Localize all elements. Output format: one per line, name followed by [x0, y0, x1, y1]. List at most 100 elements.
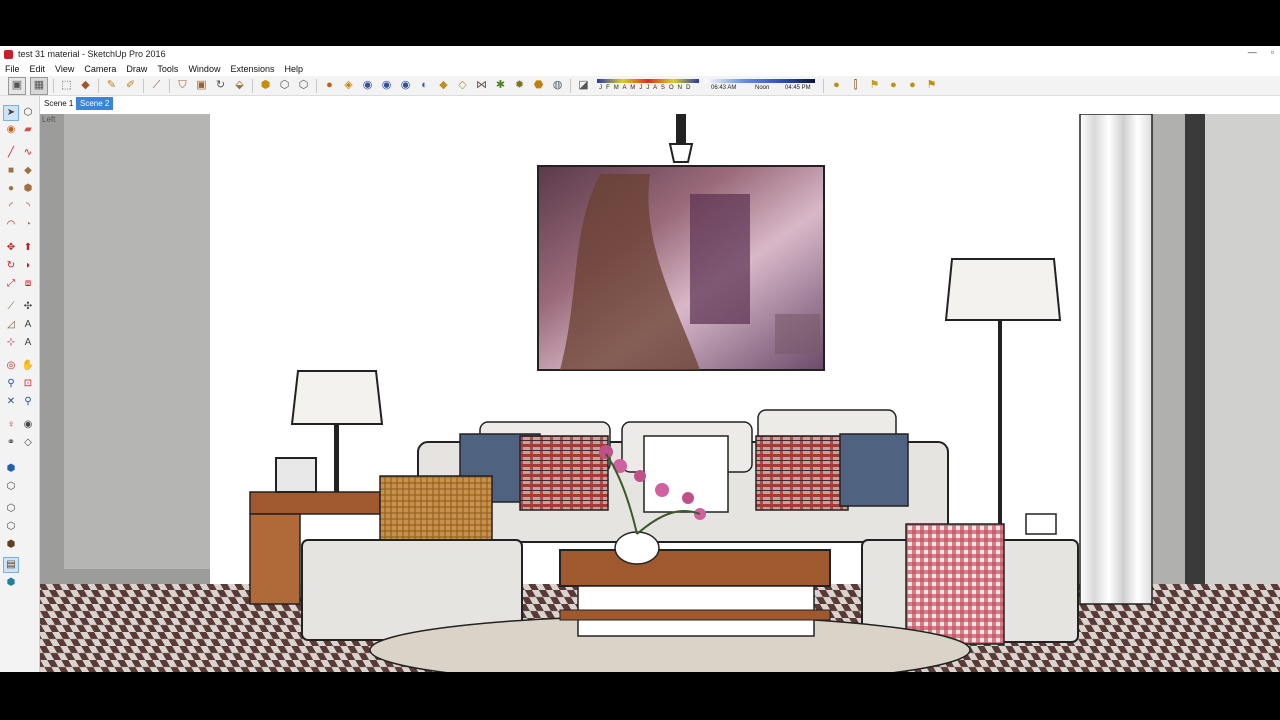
top-view-icon[interactable]: ⬡ [277, 78, 292, 93]
pencil-icon[interactable]: ✎ [104, 78, 119, 93]
tab-scene-1[interactable]: Scene 1 [40, 97, 78, 110]
photo-frame [275, 457, 317, 493]
iso-view-icon[interactable]: ⬢ [258, 78, 273, 93]
pie-icon[interactable]: ◔ [21, 218, 35, 232]
geo-location-icon[interactable]: ◉ [398, 78, 413, 93]
paint-bucket-icon[interactable]: ⛉ [175, 78, 190, 93]
paint-bucket-icon[interactable]: ◉ [4, 123, 18, 137]
arc-icon[interactable]: ◜ [4, 200, 18, 214]
sandbox-add-detail-icon[interactable]: ⚑ [924, 78, 939, 93]
materials-icon[interactable]: ▤ [3, 557, 19, 573]
move-icon[interactable]: ✥ [4, 241, 18, 255]
wall-outlet [1025, 513, 1057, 535]
rotated-rectangle-icon[interactable]: ◆ [21, 164, 35, 178]
shadow-time-slider[interactable]: 06:43 AM Noon 04:45 PM [705, 77, 815, 95]
photo-texture-icon[interactable]: ◐ [417, 78, 432, 93]
protractor-icon[interactable]: ◿ [4, 318, 18, 332]
rotate-icon[interactable]: ↻ [4, 259, 18, 273]
share-model-icon[interactable]: ◉ [360, 78, 375, 93]
toggle-terrain-icon[interactable]: ◇ [455, 78, 470, 93]
offset-icon[interactable]: ⧈ [21, 277, 35, 291]
arc-2point-icon[interactable]: ◝ [21, 200, 35, 214]
view-label: Left [42, 115, 56, 124]
menu-camera[interactable]: Camera [79, 64, 121, 74]
shadow-icon[interactable]: ⬢ [4, 576, 18, 590]
sandbox-icon[interactable]: ⋈ [474, 78, 489, 93]
toolbar-separator [53, 78, 54, 93]
sandbox-from-scratch-icon[interactable]: ⫿ [848, 78, 863, 93]
menu-view[interactable]: View [50, 64, 79, 74]
text-icon[interactable]: A [21, 318, 35, 332]
warehouse-icon[interactable]: ● [322, 78, 337, 93]
rectangle-icon[interactable]: ■ [4, 164, 18, 178]
tab-scene-2[interactable]: Scene 2 [76, 97, 114, 110]
menu-tools[interactable]: Tools [152, 64, 183, 74]
component-icon[interactable]: ⬡ [21, 106, 35, 120]
section-plane-icon[interactable]: ◇ [21, 436, 35, 450]
circle-icon[interactable]: ● [4, 182, 18, 196]
maximize-button[interactable]: ▫ [1271, 47, 1274, 57]
menu-file[interactable]: File [0, 64, 25, 74]
orbit-icon[interactable]: ◎ [4, 359, 18, 373]
scale-icon[interactable]: ⤢ [4, 277, 18, 291]
look-around-icon[interactable]: ◉ [21, 418, 35, 432]
line-icon[interactable]: ╱ [4, 146, 18, 160]
minimize-button[interactable]: — [1248, 47, 1257, 57]
menu-window[interactable]: Window [183, 64, 225, 74]
layout-icon[interactable]: ⬡ [4, 520, 18, 534]
polygon-icon[interactable]: ⬢ [21, 182, 35, 196]
eraser-icon[interactable]: ✐ [123, 78, 138, 93]
zoom-extents-icon[interactable]: ✕ [4, 395, 18, 409]
zoom-window-icon[interactable]: ⊡ [21, 377, 35, 391]
sandbox-from-contours-icon[interactable]: ● [829, 78, 844, 93]
get-models-icon[interactable]: ◉ [379, 78, 394, 93]
menu-help[interactable]: Help [279, 64, 308, 74]
follow-me-icon[interactable]: ⬙ [232, 78, 247, 93]
sandbox-contours-icon[interactable]: ✱ [493, 78, 508, 93]
scene-render [40, 114, 1280, 672]
front-view-icon[interactable]: ⬡ [296, 78, 311, 93]
rotate-icon[interactable]: ↻ [213, 78, 228, 93]
3d-text-icon[interactable]: A [21, 336, 35, 350]
zoom-icon[interactable]: ⚲ [4, 377, 18, 391]
previous-view-icon[interactable]: ⚲ [21, 395, 35, 409]
push-pull-icon[interactable]: ⬆ [21, 241, 35, 255]
shadow-month-slider[interactable]: J F M A M J J A S O N D [597, 77, 699, 95]
extension-warehouse-icon[interactable]: ◈ [341, 78, 356, 93]
sandbox-stamp-tool-icon[interactable]: ● [886, 78, 901, 93]
share-model-icon[interactable]: ⬡ [4, 502, 18, 516]
tape-measure-icon[interactable]: ⟋ [4, 300, 18, 314]
position-camera-icon[interactable]: ♀ [4, 418, 18, 432]
component-icon[interactable]: ▣ [194, 78, 209, 93]
pan-icon[interactable]: ✋ [21, 359, 35, 373]
shadow-months-label: J F M A M J J A S O N D [599, 84, 692, 91]
shadow-settings-icon[interactable]: ◪ [576, 78, 591, 93]
select-tool-icon[interactable]: ⬚ [59, 78, 74, 93]
open-model-icon[interactable]: ▣ [8, 76, 26, 95]
sandbox-smoove-icon[interactable]: ⬣ [531, 78, 546, 93]
side-table-top [249, 491, 381, 515]
menu-extensions[interactable]: Extensions [225, 64, 279, 74]
add-location-icon[interactable]: ◆ [436, 78, 451, 93]
walk-icon[interactable]: ⚭ [4, 436, 18, 450]
dimension-icon[interactable]: ✣ [21, 300, 35, 314]
make-component-icon[interactable]: ◆ [78, 78, 93, 93]
axes-icon[interactable]: ⊹ [4, 336, 18, 350]
save-model-icon[interactable]: ▦ [30, 76, 48, 95]
arc-3point-icon[interactable]: ◠ [4, 218, 18, 232]
sandbox-drape-icon[interactable]: ● [905, 78, 920, 93]
select-icon[interactable]: ➤ [3, 105, 19, 121]
menu-draw[interactable]: Draw [121, 64, 152, 74]
eraser-icon[interactable]: ▰ [21, 123, 35, 137]
freehand-icon[interactable]: ∿ [21, 146, 35, 160]
warehouse-icon[interactable]: ⬢ [4, 462, 18, 476]
extension-icon[interactable]: ⬡ [4, 480, 18, 494]
sandbox-stamp-icon[interactable]: ◍ [550, 78, 565, 93]
sandbox-scratch-icon[interactable]: ✹ [512, 78, 527, 93]
styles-icon[interactable]: ⬢ [4, 538, 18, 552]
menu-edit[interactable]: Edit [25, 64, 51, 74]
follow-me-icon[interactable]: ◗ [21, 259, 35, 273]
model-viewport[interactable]: Left [40, 114, 1280, 672]
sandbox-smoove-tool-icon[interactable]: ⚑ [867, 78, 882, 93]
tape-measure-icon[interactable]: ⟋ [149, 78, 164, 93]
